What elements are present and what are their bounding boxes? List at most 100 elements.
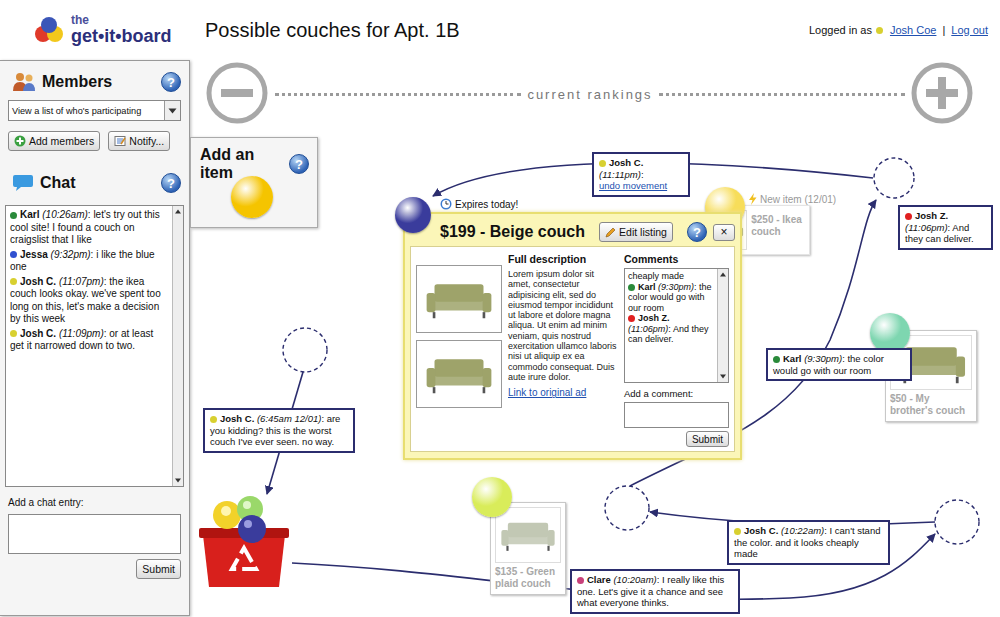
couch-photo[interactable]	[416, 265, 502, 333]
comment-header: Josh C. (6:45am 12/01):	[210, 413, 324, 424]
item-label[interactable]: $50 - My brother's couch	[890, 393, 972, 417]
couch-photo[interactable]	[416, 340, 502, 408]
help-button[interactable]: ?	[161, 173, 181, 193]
item-label[interactable]: $135 - Green plaid couch	[495, 566, 561, 590]
movement-comment: Josh Z. (11:06pm): And they can deliver.	[898, 205, 993, 250]
header: theget•it•board Possible couches for Apt.…	[0, 0, 1000, 60]
new-item-ball[interactable]	[231, 176, 273, 218]
time: (11:06pm)	[628, 324, 668, 334]
chat-log: Karl (10:26am): let's try out this cool …	[5, 205, 184, 487]
colon: :	[842, 353, 845, 364]
expiry-notice: Expires today!	[440, 198, 518, 210]
members-icon	[12, 71, 36, 93]
author: Josh C.	[609, 157, 643, 168]
chat-input[interactable]	[8, 514, 181, 554]
item-label[interactable]: $250 - Ikea couch	[751, 214, 805, 250]
logo[interactable]: theget•it•board	[0, 0, 205, 60]
page-title: Possible couches for Apt. 1B	[205, 19, 460, 42]
colon: :	[641, 169, 644, 180]
dropdown-value: View a list of who's participating	[12, 106, 141, 116]
time: (9:32pm)	[51, 249, 91, 260]
colon: :	[948, 222, 951, 233]
sidebar: Members?View a list of who's participati…	[0, 60, 190, 616]
author: Karl	[638, 282, 656, 292]
scroll-up-icon	[173, 206, 183, 217]
dropdown-arrow[interactable]	[164, 101, 180, 120]
axis-label: current rankings	[521, 87, 658, 102]
help-button[interactable]: ?	[289, 154, 309, 174]
popup-header: $199 - Beige couch Edit listing? ×	[410, 218, 735, 246]
popup-body: Full description Lorem ipsum dolor sit am…	[410, 246, 735, 452]
help-button[interactable]: ?	[161, 72, 181, 92]
submit-button[interactable]: Submit	[136, 559, 181, 579]
author: Josh C.	[220, 413, 254, 424]
comment-label: Add a comment:	[624, 388, 729, 399]
colon: :	[694, 282, 697, 292]
expiry-text: Expires today!	[455, 199, 518, 210]
scroll-track	[718, 280, 728, 371]
item-popup: $199 - Beige couch Edit listing? × Full des…	[403, 212, 742, 460]
edit-listing-button[interactable]: Edit listing	[599, 222, 673, 242]
description-title: Full description	[508, 253, 618, 265]
login-info: Logged in asJosh Coe|Log out	[809, 24, 988, 36]
submit-button[interactable]: Submit	[686, 431, 729, 447]
time: (10:22am)	[781, 525, 824, 536]
comment-header: Josh C. (10:22am):	[734, 525, 827, 536]
notify-button[interactable]: Notify...	[108, 131, 170, 151]
user-dot	[10, 251, 17, 258]
original-ad-link[interactable]: Link to original ad	[508, 387, 618, 398]
comment-submit-row: Submit	[624, 431, 729, 447]
time: (9:30pm)	[804, 353, 842, 364]
description-text: Lorem ipsum dolor sit amet, consectetur …	[508, 269, 618, 382]
add-item-title: Add an item	[200, 146, 283, 182]
add-item-box: Add an item?	[190, 137, 318, 228]
ranking-board[interactable]: current rankings Add an item? $250 - Ikea …	[190, 60, 1000, 617]
chat-bubble-icon	[12, 173, 34, 193]
user-dot	[210, 416, 217, 423]
colon: :	[104, 328, 107, 339]
undo-link[interactable]: undo movement	[599, 180, 683, 192]
user-link[interactable]: Josh Coe	[890, 24, 936, 36]
colon: :	[88, 209, 91, 220]
item-ball[interactable]	[472, 477, 512, 517]
time: (6:45am 12/01)	[257, 413, 321, 424]
add-members-button[interactable]: Add members	[8, 131, 100, 151]
logout-link[interactable]: Log out	[951, 24, 988, 36]
axis-line	[275, 93, 521, 96]
time: (9:30pm)	[658, 282, 694, 292]
scrollbar[interactable]	[172, 206, 183, 486]
user-dot	[628, 284, 635, 291]
author: Josh Z.	[638, 313, 670, 323]
lightning-icon	[748, 193, 757, 205]
popup-title: $199 - Beige couch	[440, 223, 585, 241]
scrollbar[interactable]	[717, 269, 728, 382]
colon: :	[657, 574, 660, 585]
comment-header: Karl (9:30pm):	[773, 353, 845, 364]
button-label: Notify...	[129, 135, 164, 147]
item-photo	[495, 507, 561, 563]
logo-text: theget•it•board	[71, 14, 172, 45]
author: Josh Z.	[915, 210, 948, 221]
user-dot	[10, 330, 17, 337]
comment-input[interactable]	[624, 402, 729, 428]
photos	[416, 265, 502, 447]
time: (10:20am)	[613, 574, 656, 585]
badge-text: New item (12/01)	[760, 194, 836, 205]
time: (11:07pm)	[59, 276, 104, 287]
participants-dropdown[interactable]: View a list of who's participating	[8, 100, 181, 121]
item-card[interactable]: $135 - Green plaid couch	[490, 502, 566, 595]
couch-photo	[424, 352, 494, 396]
user-dot	[628, 315, 635, 322]
notify-icon	[114, 135, 126, 147]
chat-header: Chat?	[0, 172, 189, 194]
logo-small: the	[71, 14, 172, 27]
item-ball[interactable]	[395, 197, 431, 233]
help-button[interactable]: ?	[687, 222, 707, 242]
colon: :	[668, 324, 671, 334]
colon: :	[104, 276, 107, 287]
item-ball[interactable]	[870, 313, 910, 353]
close-button[interactable]: ×	[713, 224, 735, 241]
scroll-up-icon	[718, 269, 728, 280]
clock-icon	[440, 198, 452, 210]
user-dot	[10, 278, 17, 285]
